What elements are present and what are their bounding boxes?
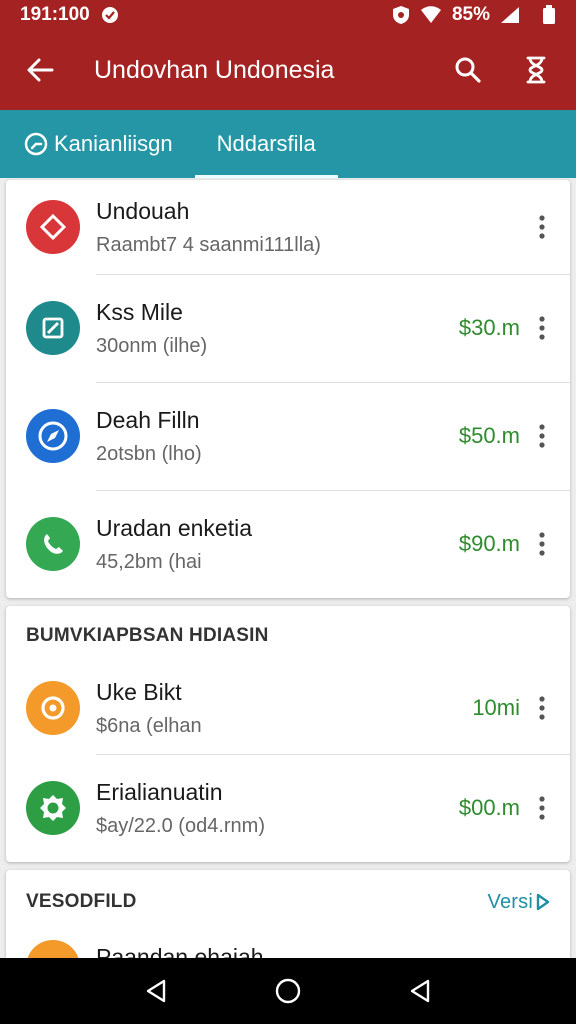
item-title: Kss Mile [96, 298, 183, 325]
more-vert-icon[interactable] [532, 310, 552, 346]
section-link-label: Versi [487, 890, 533, 913]
diamond-icon [26, 200, 80, 254]
notification-icon [100, 5, 120, 25]
item-subtitle: $6na (elhan [96, 714, 202, 737]
item-title: Uradan enketia [96, 514, 252, 541]
shield-icon [392, 5, 410, 25]
item-subtitle: $ay/22.0 (od4.rnm) [96, 814, 265, 837]
arrow-left-icon [27, 58, 54, 82]
triangle-recents-icon [410, 979, 430, 1003]
section-card: BUMVKIAPBSAN HDIASIN Uke Bikt $6na (elha… [6, 606, 570, 862]
nav-back-button[interactable] [132, 967, 180, 1015]
tab-second[interactable]: Nddarsfila [194, 110, 338, 178]
more-vert-icon[interactable] [532, 690, 552, 726]
section-header: BUMVKIAPBSAN HDIASIN [6, 606, 570, 666]
battery-percent: 85% [451, 4, 490, 25]
item-subtitle: Raambt7 4 saanmi111lla) [96, 233, 321, 256]
tab-label: Kanianliisgn [54, 131, 173, 156]
item-title: Undouah [96, 197, 190, 224]
item-title: Uke Bikt [96, 678, 182, 705]
section-link[interactable]: Versi [488, 891, 550, 914]
item-price: $30.m [458, 315, 520, 340]
section-title: BUMVKIAPBSAN HDIASIN [26, 625, 269, 646]
tab-bar: Kanianliisgn Nddarsfila [0, 110, 576, 178]
page-title: Undovhan Undonesia [94, 55, 335, 84]
tab-first[interactable]: Kanianliisgn [0, 110, 195, 178]
triangle-back-icon [146, 979, 166, 1003]
compass-icon [26, 409, 80, 463]
tab-label: Nddarsfila [216, 131, 316, 156]
section-title: VESODFILD [26, 891, 137, 912]
list-item[interactable]: Erialianuatin $ay/22.0 (od4.rnm) $00.m [6, 754, 570, 862]
edit-icon [26, 301, 80, 355]
list-item[interactable]: Uke Bikt $6na (elhan 10mi [6, 662, 570, 754]
more-vert-icon[interactable] [532, 209, 552, 245]
back-button[interactable] [18, 48, 62, 92]
circle-home-icon [275, 978, 301, 1004]
signal-icon [500, 6, 520, 24]
search-icon [455, 57, 481, 83]
location-pin-icon [26, 681, 80, 735]
nav-home-button[interactable] [264, 967, 312, 1015]
clock-icon [24, 132, 48, 156]
battery-icon [542, 5, 556, 25]
phone-icon [26, 517, 80, 571]
item-subtitle: 2otsbn (lho) [96, 442, 202, 465]
badge-icon [26, 781, 80, 835]
system-nav-bar [0, 958, 576, 1024]
more-vert-icon[interactable] [532, 526, 552, 562]
item-title: Erialianuatin [96, 778, 223, 805]
item-price: 10mi [472, 695, 520, 720]
list-card: Undouah Raambt7 4 saanmi111lla) Kss Mile… [6, 180, 570, 598]
list-item[interactable]: Kss Mile 30onm (ilhe) $30.m [6, 274, 570, 382]
search-button[interactable] [446, 48, 490, 92]
item-price: $90.m [458, 531, 520, 556]
wifi-icon [420, 6, 442, 24]
timer-button[interactable] [514, 48, 558, 92]
item-subtitle: 30onm (ilhe) [96, 334, 208, 357]
item-title: Deah Filln [96, 406, 200, 433]
item-subtitle: 45,2bm (hai [96, 550, 202, 573]
chevron-right-icon [536, 893, 550, 911]
hourglass-icon [526, 56, 546, 84]
app-bar: Undovhan Undonesia [0, 30, 576, 110]
list-item[interactable]: Undouah Raambt7 4 saanmi111lla) [6, 180, 570, 274]
item-price: $00.m [458, 795, 520, 820]
status-time: 191:100 [20, 4, 90, 25]
item-price: $50.m [458, 423, 520, 448]
nav-recents-button[interactable] [396, 967, 444, 1015]
more-vert-icon[interactable] [532, 418, 552, 454]
section-header: VESODFILD Versi [6, 870, 570, 934]
more-vert-icon[interactable] [532, 790, 552, 826]
status-bar: 191:100 85% [0, 0, 576, 30]
list-item[interactable]: Deah Filln 2otsbn (lho) $50.m [6, 382, 570, 490]
list-item[interactable]: Uradan enketia 45,2bm (hai $90.m [6, 490, 570, 598]
